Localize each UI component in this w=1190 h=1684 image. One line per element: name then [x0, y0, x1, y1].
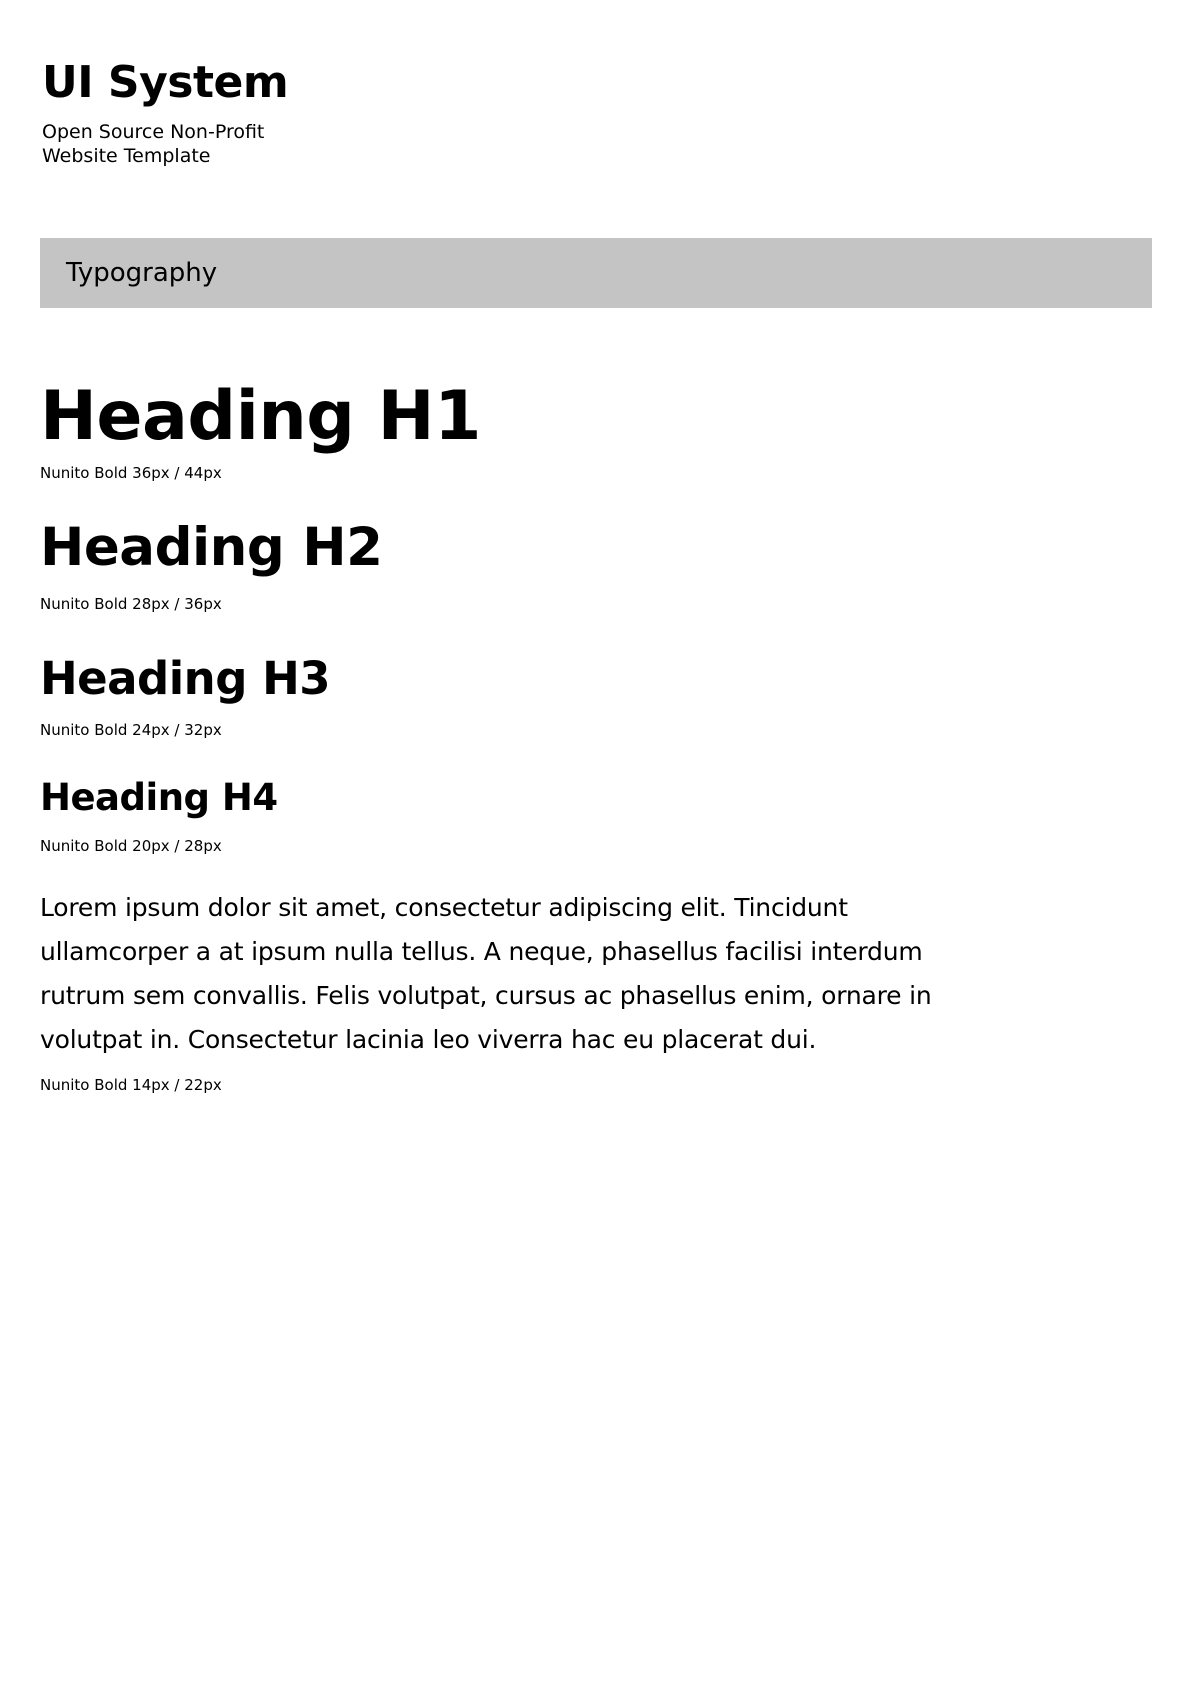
heading-h1-sample: Heading H1 [40, 377, 481, 456]
heading-h3-sample: Heading H3 [40, 652, 331, 705]
document-header: UI System Open Source Non-Profit Website… [42, 54, 289, 168]
body-text-sample: Lorem ipsum dolor sit amet, consectetur … [40, 893, 932, 1054]
page-title: UI System [42, 57, 289, 108]
section-header-bar: Typography [40, 238, 1152, 308]
page-subtitle: Open Source Non-Profit Website Template [42, 121, 265, 167]
heading-h4-spec: Nunito Bold 20px / 28px [40, 837, 222, 855]
heading-h4-sample: Heading H4 [40, 776, 278, 819]
heading-h2-sample: Heading H2 [40, 517, 383, 578]
heading-h2-spec: Nunito Bold 28px / 36px [40, 595, 222, 613]
body-text-spec: Nunito Bold 14px / 22px [40, 1076, 222, 1094]
section-title: Typography [66, 258, 218, 288]
heading-h3-spec: Nunito Bold 24px / 32px [40, 721, 222, 739]
heading-h1-spec: Nunito Bold 36px / 44px [40, 464, 222, 482]
